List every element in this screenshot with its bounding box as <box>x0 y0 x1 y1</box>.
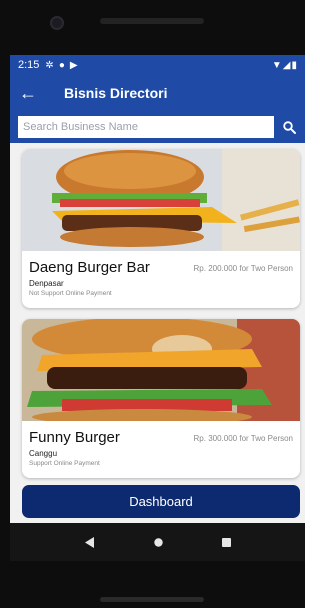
business-price: Rp. 300.000 for Two Person <box>193 434 293 443</box>
business-price: Rp. 200.000 for Two Person <box>193 264 293 273</box>
search-bar <box>10 111 305 143</box>
business-card[interactable]: Daeng Burger Bar Rp. 200.000 for Two Per… <box>22 149 300 308</box>
phone-frame-top <box>0 0 305 55</box>
status-right-icons: ▼◢▮ <box>272 60 298 71</box>
bottom-speaker <box>100 597 204 602</box>
business-list: Daeng Burger Bar Rp. 200.000 for Two Per… <box>10 143 305 523</box>
burger-photo <box>22 319 300 421</box>
earpiece-speaker <box>100 18 204 24</box>
search-button[interactable] <box>274 120 304 134</box>
search-input[interactable] <box>18 116 274 138</box>
status-bar: 2:15 ✲ ● ▶ ▼◢▮ <box>10 55 305 75</box>
phone-frame-left <box>0 55 10 561</box>
play-icon: ▶ <box>69 59 78 71</box>
business-info: Funny Burger Rp. 300.000 for Two Person … <box>22 421 300 478</box>
circle-check-icon: ● <box>58 59 65 71</box>
business-card[interactable]: Funny Burger Rp. 300.000 for Two Person … <box>22 319 300 478</box>
business-payment: Support Online Payment <box>29 460 100 467</box>
home-circle-icon[interactable] <box>153 537 163 547</box>
battery-icon: ▮ <box>291 59 298 71</box>
arrow-back-icon[interactable]: ← <box>10 83 46 104</box>
search-icon <box>282 120 296 134</box>
business-city: Canggu <box>29 449 58 458</box>
wifi-icon: ▼ <box>271 59 283 71</box>
app-bar: ← Bisnis Directori <box>10 75 305 111</box>
system-nav-bar <box>10 523 305 561</box>
status-time: 2:15 <box>18 59 40 71</box>
recents-square-icon[interactable] <box>221 537 231 547</box>
phone-frame-bottom <box>0 561 305 608</box>
front-camera <box>50 16 64 30</box>
business-city: Denpasar <box>29 279 64 288</box>
back-triangle-icon[interactable] <box>84 536 95 548</box>
dashboard-button[interactable]: Dashboard <box>22 485 300 518</box>
page-title: Bisnis Directori <box>64 85 168 101</box>
gear-icon: ✲ <box>45 59 54 71</box>
business-info: Daeng Burger Bar Rp. 200.000 for Two Per… <box>22 251 300 308</box>
burger-photo <box>22 149 300 251</box>
business-payment: Not Support Online Payment <box>29 290 112 297</box>
